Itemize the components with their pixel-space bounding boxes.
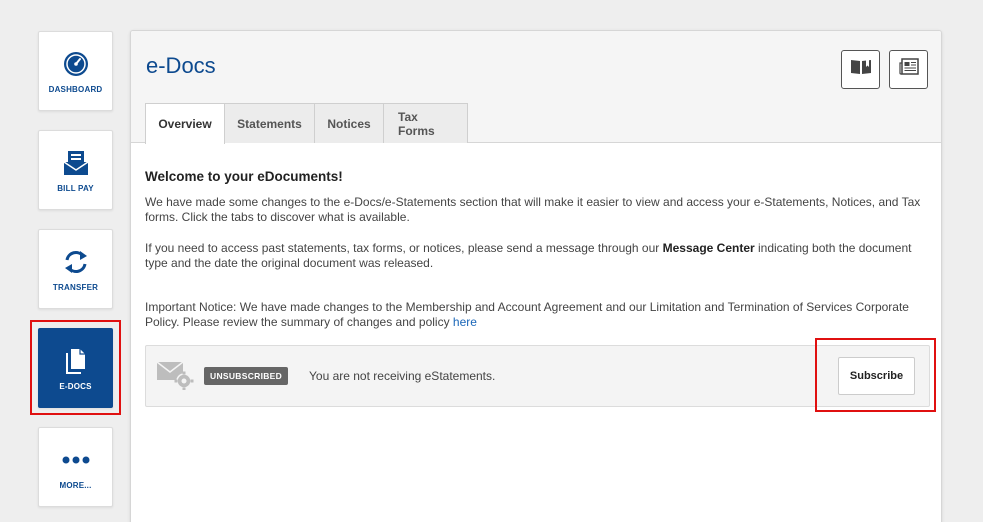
tab-overview[interactable]: Overview [145,103,225,144]
unsubscribed-badge: UNSUBSCRIBED [204,367,289,385]
newspaper-icon [898,58,919,81]
transfer-icon [61,247,91,277]
page-title: e-Docs [146,53,216,78]
nav-e-docs-label: E-DOCS [59,381,92,391]
nav-dashboard-label: DASHBOARD [48,84,103,94]
nav-dashboard[interactable]: DASHBOARD [38,31,113,111]
nav-bill-pay[interactable]: BILL PAY [38,130,113,210]
welcome-heading: Welcome to your eDocuments! [145,169,343,184]
nav-e-docs[interactable]: E-DOCS [38,328,113,408]
nav-more-label: MORE... [59,480,92,490]
overview-content: Welcome to your eDocuments! We have made… [145,169,929,346]
nav-transfer-label: TRANSFER [52,282,99,292]
important-notice: Important Notice: We have made changes t… [145,300,929,331]
subscription-message: You are not receiving eStatements. [309,369,496,383]
panel-header: e-Docs Overview Statements Notices Tax F… [131,31,941,144]
nav-more[interactable]: MORE... [38,427,113,507]
newsletter-button[interactable] [889,50,928,89]
policy-link[interactable]: here [453,315,477,329]
gauge-icon [61,49,91,79]
nav-transfer[interactable]: TRANSFER [38,229,113,309]
e-docs-panel: e-Docs Overview Statements Notices Tax F… [130,30,942,522]
nav-bill-pay-label: BILL PAY [57,183,94,193]
book-icon [850,58,872,81]
notice-text: Important Notice: We have made changes t… [145,299,909,330]
e-docs-tabs: Overview Statements Notices Tax Forms [145,103,468,144]
bill-pay-icon [61,148,91,178]
subscription-bar: UNSUBSCRIBED You are not receiving eStat… [145,345,930,407]
intro-paragraph: We have made some changes to the e-Docs/… [145,194,921,225]
book-button[interactable] [841,50,880,89]
message-center-text: Message Center [662,240,755,255]
subscribe-button[interactable]: Subscribe [838,357,915,395]
tab-notices[interactable]: Notices [314,103,384,143]
more-icon [61,445,91,475]
email-settings-icon [156,358,194,395]
past-docs-paragraph: If you need to access past statements, t… [145,241,929,272]
tab-statements[interactable]: Statements [224,103,315,143]
document-icon [61,346,91,376]
tab-tax-forms[interactable]: Tax Forms [383,103,468,143]
past-docs-text-1: If you need to access past statements, t… [145,240,663,255]
